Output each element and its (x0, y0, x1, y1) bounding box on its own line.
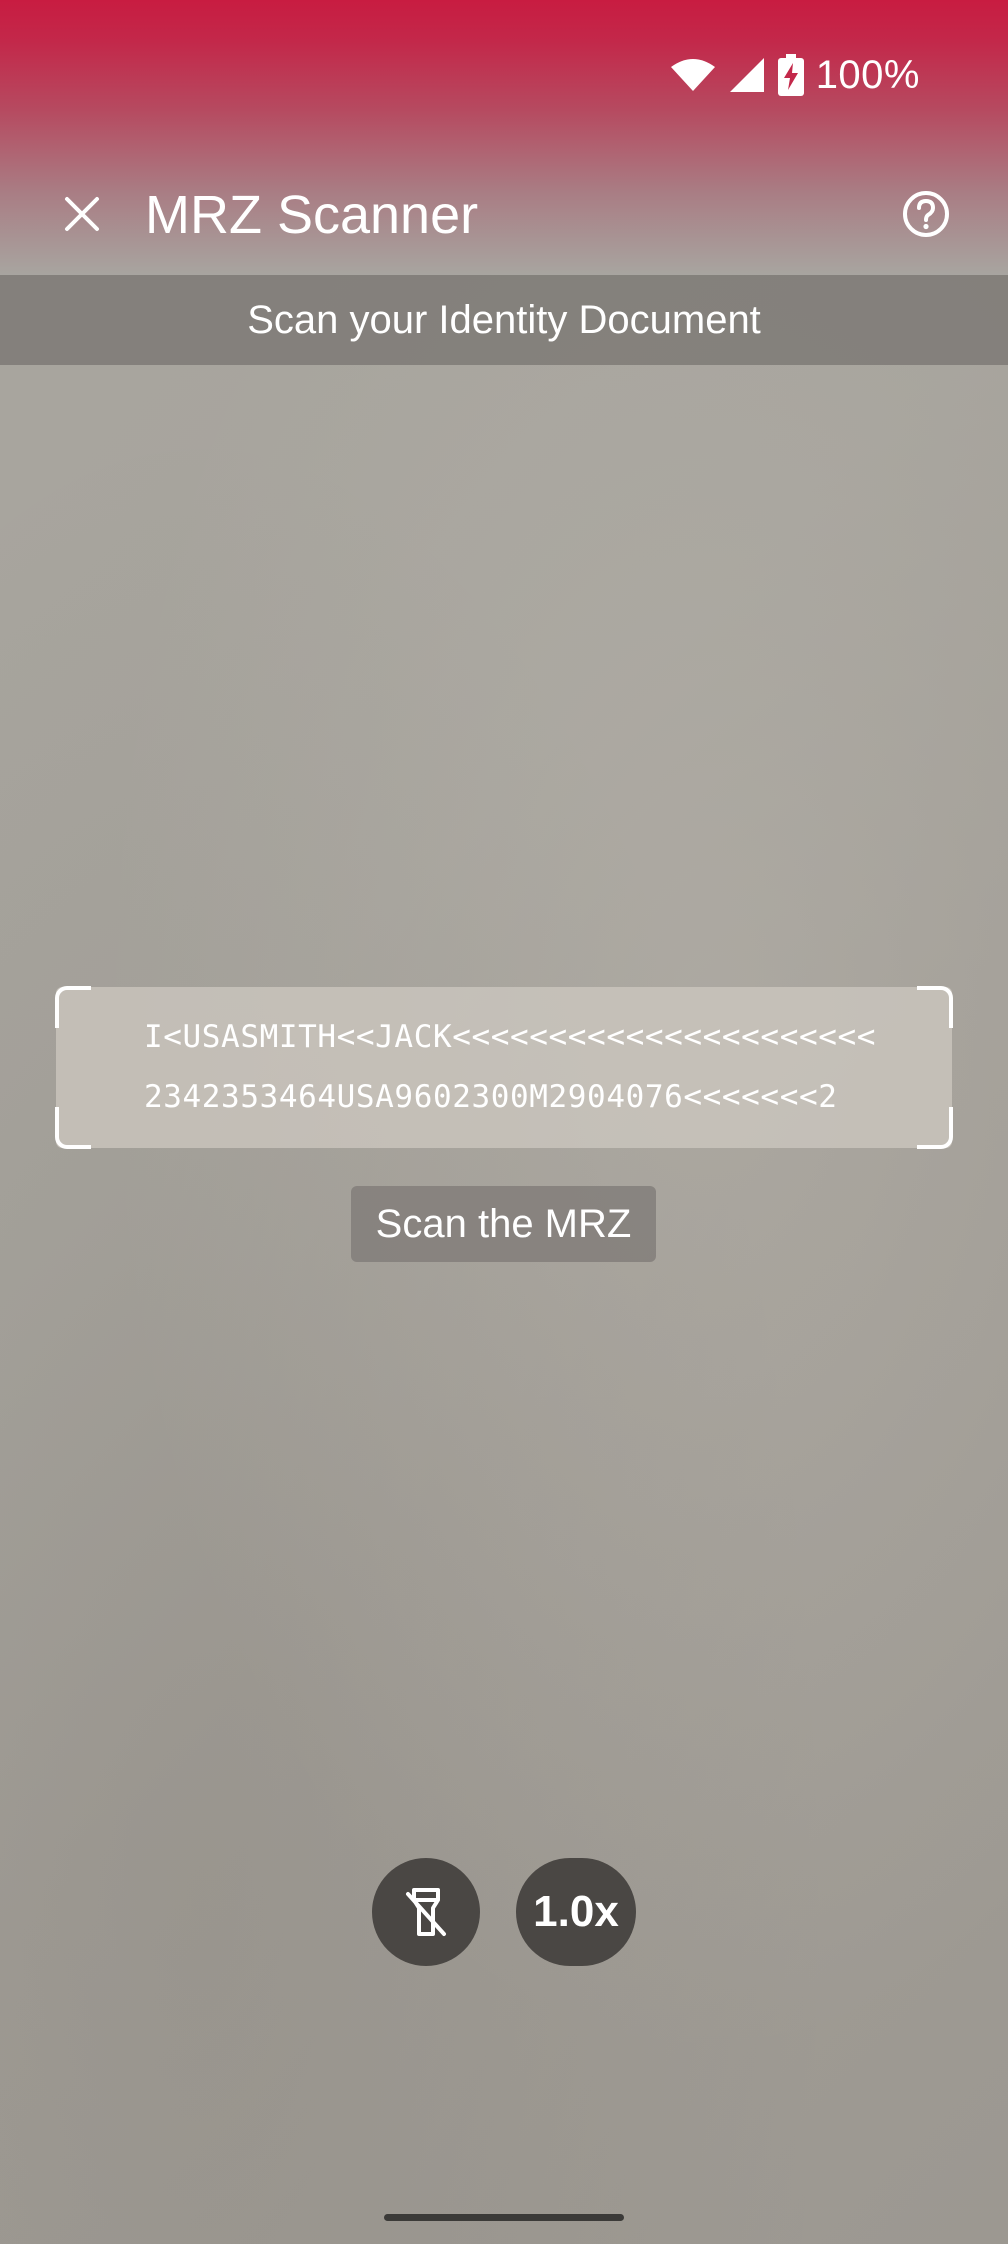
zoom-button[interactable]: 1.0x (516, 1858, 636, 1966)
frame-corner-top-left (55, 986, 91, 1028)
flash-off-icon (406, 1888, 446, 1936)
mrz-scan-frame: I<USASMITH<<JACK<<<<<<<<<<<<<<<<<<<<<< 2… (55, 986, 953, 1149)
instruction-text: Scan your Identity Document (247, 297, 761, 342)
app-bar: MRZ Scanner (0, 170, 1008, 260)
cell-signal-icon (728, 56, 766, 94)
wifi-icon (670, 57, 716, 93)
help-circle-icon (903, 191, 949, 237)
battery-percent: 100% (815, 52, 920, 97)
zoom-label: 1.0x (533, 1887, 619, 1936)
flash-toggle-button[interactable] (372, 1858, 480, 1966)
mrz-line-1: I<USASMITH<<JACK<<<<<<<<<<<<<<<<<<<<<< (144, 1019, 877, 1055)
scan-hint: Scan the MRZ (351, 1186, 656, 1262)
help-button[interactable] (894, 182, 958, 246)
status-bar: 100% (670, 40, 920, 110)
frame-corner-top-right (917, 986, 953, 1028)
battery-charging-icon (777, 54, 804, 96)
close-button[interactable] (50, 182, 114, 246)
home-indicator[interactable] (384, 2214, 624, 2221)
instruction-banner: Scan your Identity Document (0, 275, 1008, 365)
page-title: MRZ Scanner (145, 185, 479, 245)
scan-hint-text: Scan the MRZ (375, 1201, 632, 1246)
mrz-line-2: 2342353464USA9602300M2904076<<<<<<<2 (144, 1079, 838, 1115)
frame-corner-bottom-left (55, 1107, 91, 1149)
close-icon (65, 197, 99, 231)
frame-corner-bottom-right (917, 1107, 953, 1149)
